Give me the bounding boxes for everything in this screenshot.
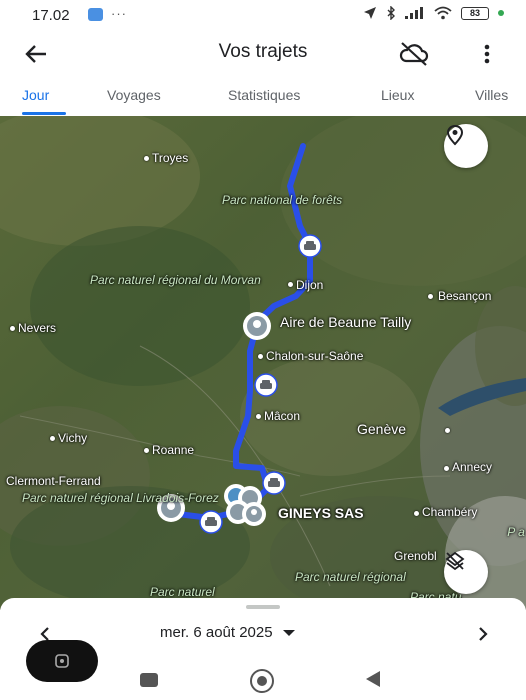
system-back-button[interactable] [366,671,380,687]
cloud-off-button[interactable] [398,39,430,69]
chevron-right-icon [479,627,488,641]
map-view[interactable]: Troyes Parc national de forêts Dijon Bes… [0,116,526,610]
place-pin-cluster-icon[interactable] [220,482,274,528]
map-label-troyes: Troyes [152,151,189,165]
map-label-annecy: Annecy [452,460,493,474]
car-marker-icon[interactable] [253,372,279,398]
dropdown-caret-icon [282,629,295,636]
map-label-chalon: Chalon-sur-Saône [266,349,364,363]
status-bar: 17.02 ··· 83 [0,0,526,30]
tab-lieux[interactable]: Lieux [381,87,414,103]
map-park-forets: Parc national de forêts [222,193,343,207]
map-label-aire-beaune: Aire de Beaune Tailly [280,314,412,330]
recenter-button[interactable] [444,124,488,168]
selected-date: mer. 6 août 2025 [160,624,273,641]
date-selector[interactable]: mer. 6 août 2025 [160,624,295,641]
map-park-morvan: Parc naturel régional du Morvan [90,273,261,287]
more-vert-icon [484,44,490,64]
floating-assist-button[interactable] [26,640,98,682]
map-label-vichy: Vichy [58,431,88,445]
map-label-grenoble: Grenobl [394,549,437,563]
satellite-map [0,116,526,610]
tab-bar: Jour Voyages Statistiques Lieux Villes [0,76,526,116]
location-arrow-icon [364,7,376,19]
signal-icon [405,7,423,19]
layers-off-icon [445,551,465,571]
map-label-clermont: Clermont-Ferrand [6,474,101,488]
more-options-button[interactable] [477,39,497,69]
app-bar: Vos trajets [0,30,526,76]
recents-button[interactable] [140,673,158,687]
map-label-macon: Mâcon [264,409,301,423]
city-dot [428,294,433,299]
city-dot [258,354,263,359]
city-dot [144,156,149,161]
map-park-livradois: Parc naturel régional Livradois-Forez [22,491,219,505]
bluetooth-icon [387,6,395,20]
status-icons: 83 [363,6,504,20]
active-tab-indicator [22,112,66,115]
privacy-indicator-icon [498,10,504,16]
car-marker-icon[interactable] [297,233,323,259]
map-label-besancon: Besançon [438,289,492,303]
map-label-chambery: Chambéry [422,505,478,519]
map-label-roanne: Roanne [152,443,195,457]
page-title: Vos trajets [218,41,308,62]
app-notification-icon [88,8,103,21]
more-notifications-icon: ··· [111,6,127,21]
map-park-right-edge: P a [507,525,525,539]
battery-icon: 83 [461,6,489,20]
assist-icon [55,654,69,668]
city-dot [414,511,419,516]
wifi-icon [434,6,452,20]
city-dot [444,466,449,471]
map-label-dijon: Dijon [296,278,324,292]
city-dot [288,282,293,287]
city-dot [256,414,261,419]
tab-villes[interactable]: Villes [475,87,508,103]
layers-toggle-button[interactable] [444,550,488,594]
place-pin-icon[interactable] [241,310,273,342]
home-button[interactable] [250,669,274,693]
tab-jour[interactable]: Jour [22,87,49,103]
city-dot [144,448,149,453]
next-day-button[interactable] [472,622,494,646]
location-pin-icon [446,124,464,146]
map-label-nevers: Nevers [18,321,57,335]
tab-statistiques[interactable]: Statistiques [228,87,300,103]
city-dot [50,436,55,441]
status-time: 17.02 [32,7,70,24]
cloud-off-icon [399,42,429,66]
map-label-gineys: GINEYS SAS [278,505,364,521]
map-park-bottom-center: Parc naturel régional [295,570,406,584]
drag-handle[interactable] [246,605,280,609]
city-dot [10,326,15,331]
tab-voyages[interactable]: Voyages [107,87,161,103]
city-dot [445,428,450,433]
map-label-geneve: Genève [357,421,407,437]
